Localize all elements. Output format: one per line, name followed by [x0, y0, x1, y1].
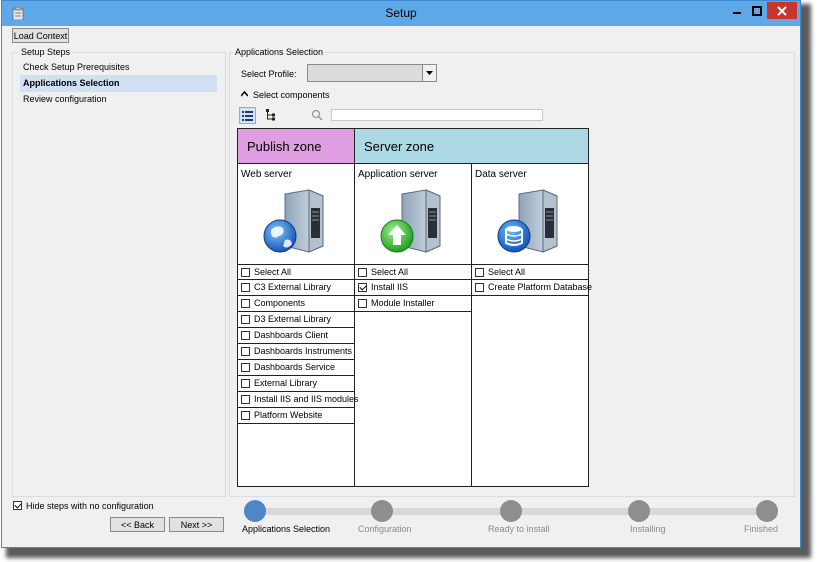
minimize-icon: [733, 11, 741, 14]
checkbox-label: External Library: [254, 378, 318, 388]
checkbox[interactable]: [241, 299, 250, 308]
list-item-d3-external-library[interactable]: D3 External Library: [238, 312, 354, 328]
data-server-database-icon: [497, 189, 558, 253]
list-item-app-select-all[interactable]: Select All: [355, 264, 471, 280]
checkbox[interactable]: [241, 395, 250, 404]
publish-zone-header: Publish zone: [238, 129, 355, 164]
maximize-icon: [752, 5, 762, 16]
applications-selection-legend: Applications Selection: [233, 47, 326, 57]
data-server-column: Data server Select All Create Platform D…: [472, 164, 592, 486]
close-button[interactable]: [767, 2, 797, 19]
collapse-chevron-icon[interactable]: [241, 91, 248, 97]
column-title: Application server: [358, 169, 438, 180]
checkbox-label: C3 External Library: [254, 282, 332, 292]
select-profile-label: Select Profile:: [241, 69, 297, 79]
checkbox-label: Module Installer: [371, 298, 435, 308]
progress-label-finished: Finished: [744, 524, 779, 534]
list-item-web-select-all[interactable]: Select All: [238, 264, 354, 280]
close-icon: [777, 5, 787, 16]
checkbox[interactable]: [475, 283, 484, 292]
list-item-module-installer[interactable]: Module Installer: [355, 296, 471, 312]
checkbox[interactable]: [241, 347, 250, 356]
server-zone-header: Server zone: [355, 129, 588, 164]
hide-steps-checkbox[interactable]: [13, 501, 22, 510]
step-review-configuration[interactable]: Review configuration: [20, 91, 217, 108]
checkbox-label: Components: [254, 298, 306, 308]
select-components-label[interactable]: Select components: [253, 90, 330, 100]
dropdown-arrow-icon: [426, 70, 433, 75]
checkbox-label: Dashboards Instruments: [254, 346, 353, 356]
checkbox-label: Select All: [371, 267, 409, 277]
checkbox-label: Install IIS and IIS modules: [254, 394, 359, 404]
list-item-c3-external-library[interactable]: C3 External Library: [238, 280, 354, 296]
progress-label-ready-to-install: Ready to install: [488, 524, 550, 534]
back-button[interactable]: << Back: [110, 517, 165, 532]
checkbox-label: Select All: [254, 267, 292, 277]
setup-steps-group: Setup Steps: [12, 47, 226, 497]
minimize-button[interactable]: [727, 2, 747, 19]
title-bar[interactable]: Setup: [2, 1, 800, 26]
column-title: Data server: [475, 169, 527, 180]
checkbox-label: Install IIS: [371, 282, 409, 292]
load-context-button[interactable]: Load Context: [12, 28, 69, 43]
progress-label-applications-selection: Applications Selection: [242, 524, 331, 534]
maximize-button[interactable]: [747, 2, 767, 19]
checkbox[interactable]: [241, 363, 250, 372]
list-item-components[interactable]: Components: [238, 296, 354, 312]
list-item-external-library[interactable]: External Library: [238, 376, 354, 392]
checkbox[interactable]: [358, 283, 367, 292]
checkbox[interactable]: [241, 379, 250, 388]
progress-node-configuration: [371, 500, 393, 522]
checkbox[interactable]: [241, 283, 250, 292]
window-title: Setup: [385, 6, 417, 20]
checkbox[interactable]: [475, 268, 484, 277]
list-item-install-iis-and-modules[interactable]: Install IIS and IIS modules: [238, 392, 359, 408]
tree-view-icon: [266, 109, 275, 121]
components-grid: Publish zone Server zone Web server Sele…: [237, 128, 592, 487]
checkbox-label: D3 External Library: [254, 314, 332, 324]
progress-node-finished: [756, 500, 778, 522]
application-server-column: Application server Select All Install II…: [355, 164, 472, 486]
checkbox[interactable]: [241, 411, 250, 420]
list-item-create-platform-database[interactable]: Create Platform Database: [472, 280, 592, 296]
checkbox-label: Dashboards Client: [254, 330, 329, 340]
list-item-dashboards-client[interactable]: Dashboards Client: [238, 328, 354, 344]
list-item-platform-website[interactable]: Platform Website: [238, 408, 354, 424]
step-applications-selection[interactable]: Applications Selection: [20, 75, 217, 92]
list-view-icon: [242, 111, 253, 121]
checkbox[interactable]: [241, 331, 250, 340]
checkbox-label: Dashboards Service: [254, 362, 336, 372]
tree-view-button[interactable]: [264, 107, 281, 124]
list-item-dashboards-service[interactable]: Dashboards Service: [238, 360, 354, 376]
combobox-dropdown-button[interactable]: [422, 65, 436, 81]
checkbox[interactable]: [241, 268, 250, 277]
list-item-dashboards-instruments[interactable]: Dashboards Instruments: [238, 344, 354, 360]
application-server-upload-icon: [380, 189, 441, 253]
checkbox-label: Platform Website: [254, 410, 323, 420]
setup-window: Setup Load Context Setup Steps Check Set…: [1, 0, 801, 548]
checkbox-label: Create Platform Database: [488, 282, 593, 292]
hide-steps-label: Hide steps with no configuration: [26, 501, 154, 511]
select-profile-combobox[interactable]: [307, 64, 437, 82]
progress-node-installing: [628, 500, 650, 522]
search-icon: [311, 109, 323, 121]
checkbox[interactable]: [241, 315, 250, 324]
list-item-install-iis[interactable]: Install IIS: [355, 280, 471, 296]
setup-steps-legend: Setup Steps: [19, 47, 73, 57]
next-button[interactable]: Next >>: [169, 517, 224, 532]
progress-node-applications-selection: [244, 500, 266, 522]
step-check-prerequisites[interactable]: Check Setup Prerequisites: [20, 59, 217, 76]
web-server-globe-icon: [263, 189, 324, 253]
column-title: Web server: [241, 169, 292, 180]
progress-node-ready-to-install: [500, 500, 522, 522]
web-server-column: Web server Select All C3 External Librar…: [238, 164, 359, 486]
progress-label-installing: Installing: [630, 524, 666, 534]
checkbox[interactable]: [358, 268, 367, 277]
search-input[interactable]: [331, 109, 543, 121]
list-item-data-select-all[interactable]: Select All: [472, 264, 588, 280]
checkbox[interactable]: [358, 299, 367, 308]
checkbox-label: Select All: [488, 267, 526, 277]
progress-label-configuration: Configuration: [358, 524, 412, 534]
list-view-button[interactable]: [239, 107, 256, 124]
